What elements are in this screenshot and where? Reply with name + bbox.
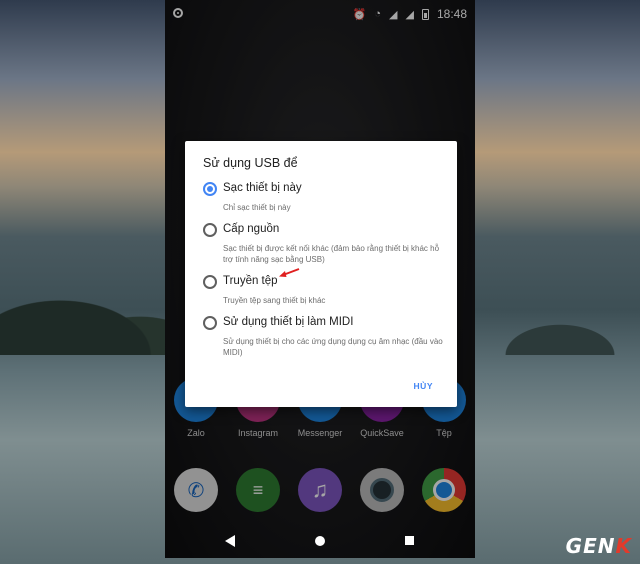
recents-icon[interactable]	[405, 536, 414, 545]
radio-button[interactable]	[203, 316, 217, 330]
option-description: Truyền tệp sang thiết bị khác	[223, 296, 326, 305]
option-label: Sử dụng thiết bị làm MIDI	[223, 316, 354, 328]
option-description: Sạc thiết bị được kết nối khác (đảm bảo …	[223, 244, 440, 264]
option-description: Chỉ sạc thiết bị này	[223, 203, 291, 212]
dialog-title: Sử dụng USB để	[203, 156, 298, 170]
option-label: Sạc thiết bị này	[223, 182, 302, 194]
navigation-bar	[165, 524, 475, 558]
back-icon[interactable]	[225, 535, 235, 547]
annotation-arrow-icon	[279, 268, 300, 277]
option-label: Truyền tệp	[223, 275, 278, 287]
option-description: Sử dụng thiết bị cho các ứng dụng dụng c…	[223, 337, 443, 357]
home-icon[interactable]	[315, 536, 325, 546]
cancel-button[interactable]: HỦY	[414, 381, 433, 391]
genk-logo: GENK	[565, 534, 632, 558]
radio-button-checked[interactable]	[203, 182, 217, 196]
radio-button[interactable]	[203, 275, 217, 289]
usb-dialog: Sử dụng USB để Sạc thiết bị này Chỉ sạc …	[185, 141, 457, 407]
radio-button[interactable]	[203, 223, 217, 237]
option-label: Cấp nguồn	[223, 223, 280, 235]
